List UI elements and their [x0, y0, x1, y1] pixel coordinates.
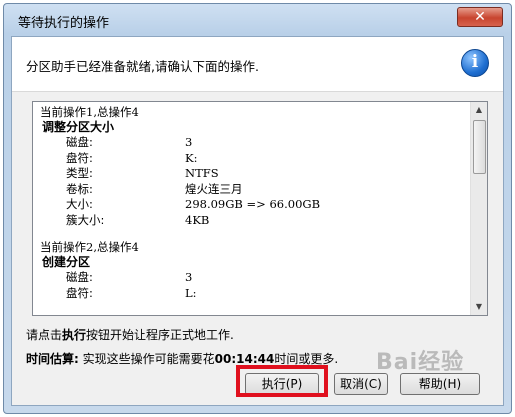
- property-value: 煌火连三月: [185, 181, 243, 196]
- baidu-watermark: Bai经验: [376, 350, 465, 375]
- property-row: 盘符: K:: [40, 151, 469, 167]
- property-value: NTFS: [185, 166, 219, 180]
- operations-list[interactable]: 当前操作1,总操作4 调整分区大小 磁盘: 3 盘符: K: 类型: NTFS 卷标:…: [32, 101, 488, 316]
- property-row: 卷标: 煌火连三月: [40, 182, 469, 198]
- operation-header: 当前操作2,总操作4: [40, 240, 139, 254]
- property-key: 磁盘:: [66, 270, 93, 284]
- note-prefix: 请点击: [26, 328, 63, 342]
- ready-message: 分区助手已经准备就绪,请确认下面的操作.: [26, 59, 259, 74]
- dialog-body: 分区助手已经准备就绪,请确认下面的操作. i 当前操作1,总操作4 调整分区大小…: [11, 36, 504, 406]
- window-title: 等待执行的操作: [18, 16, 110, 31]
- info-icon: i: [461, 49, 489, 77]
- close-icon: ✕: [474, 9, 486, 25]
- property-value: 3: [185, 270, 193, 284]
- property-value: 298.09GB => 66.00GB: [185, 197, 321, 211]
- scroll-down-arrow-icon[interactable]: ▼: [471, 299, 487, 315]
- property-key: 盘符:: [66, 285, 93, 300]
- header-panel: 分区助手已经准备就绪,请确认下面的操作. i: [12, 37, 503, 92]
- property-value: 4KB: [185, 212, 210, 227]
- note-suffix: 按钮开始让程序正式地工作.: [86, 328, 234, 342]
- property-row: 簇大小: 4KB: [40, 213, 469, 229]
- vertical-scrollbar[interactable]: ▲ ▼: [470, 102, 487, 315]
- property-key: 卷标:: [66, 181, 93, 196]
- operations-content: 当前操作1,总操作4 调整分区大小 磁盘: 3 盘符: K: 类型: NTFS 卷标:…: [40, 105, 469, 301]
- property-key: 大小:: [66, 197, 93, 211]
- cancel-button[interactable]: 取消(C): [334, 373, 388, 395]
- property-key: 类型:: [66, 166, 93, 180]
- property-key: 盘符:: [66, 150, 93, 165]
- operation-title: 调整分区大小: [42, 120, 115, 134]
- scroll-up-arrow-icon[interactable]: ▲: [471, 102, 487, 118]
- time-estimate-value: 00:14:44: [214, 352, 275, 366]
- execute-highlight-box: [236, 365, 328, 397]
- operation-header: 当前操作1,总操作4: [40, 105, 139, 119]
- property-row: 磁盘: 3: [40, 270, 469, 286]
- scroll-thumb[interactable]: [473, 120, 486, 174]
- operation-title: 创建分区: [42, 255, 91, 269]
- property-row: 盘符: L:: [40, 286, 469, 302]
- property-value: 3: [185, 135, 193, 149]
- property-key: 簇大小:: [66, 212, 105, 227]
- time-estimate-label: 时间估算:: [26, 352, 79, 366]
- time-estimate-suffix: 时间或更多.: [274, 352, 339, 366]
- title-bar: 等待执行的操作 ✕: [4, 4, 511, 34]
- instruction-note: 请点击执行按钮开始让程序正式地工作.: [26, 326, 234, 343]
- close-button[interactable]: ✕: [457, 7, 503, 27]
- property-value: L:: [185, 285, 197, 300]
- dialog-window: 等待执行的操作 ✕ 分区助手已经准备就绪,请确认下面的操作. i 当前操作1,总…: [3, 3, 512, 414]
- property-key: 磁盘:: [66, 135, 93, 149]
- property-row: 大小: 298.09GB => 66.00GB: [40, 197, 469, 213]
- property-value: K:: [185, 150, 198, 165]
- property-row: 类型: NTFS: [40, 166, 469, 182]
- help-button[interactable]: 帮助(H): [400, 373, 480, 395]
- note-execute-word: 执行: [62, 328, 87, 342]
- property-row: 磁盘: 3: [40, 135, 469, 151]
- time-estimate-text: 实现这些操作可能需要花: [78, 352, 215, 366]
